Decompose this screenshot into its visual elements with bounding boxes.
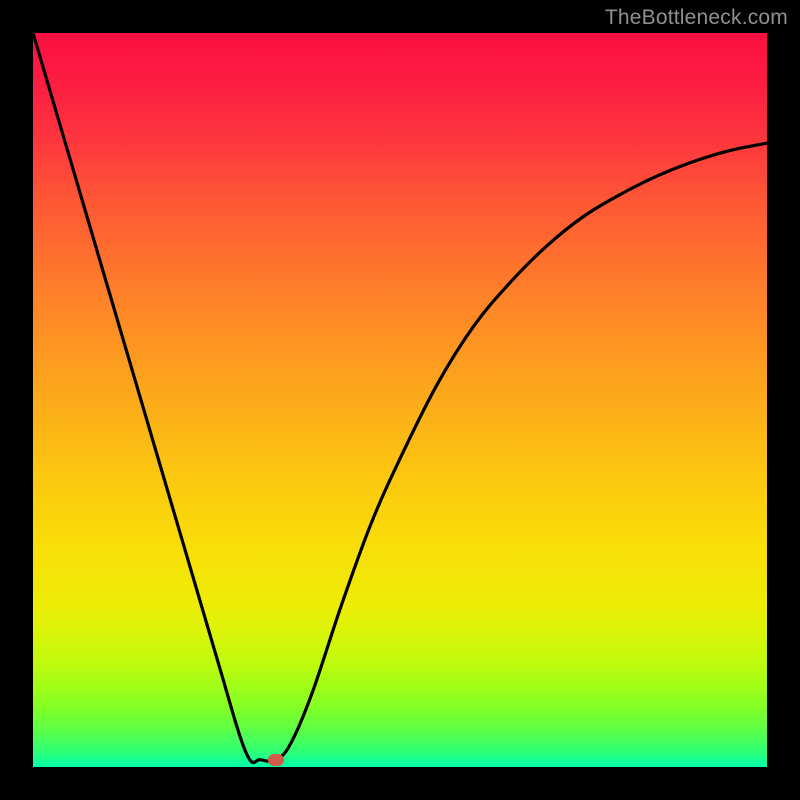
chart-frame: TheBottleneck.com — [0, 0, 800, 800]
plot-area — [33, 33, 767, 767]
watermark-text: TheBottleneck.com — [605, 6, 788, 30]
bottleneck-curve — [33, 33, 767, 767]
optimal-point-marker — [268, 754, 284, 766]
